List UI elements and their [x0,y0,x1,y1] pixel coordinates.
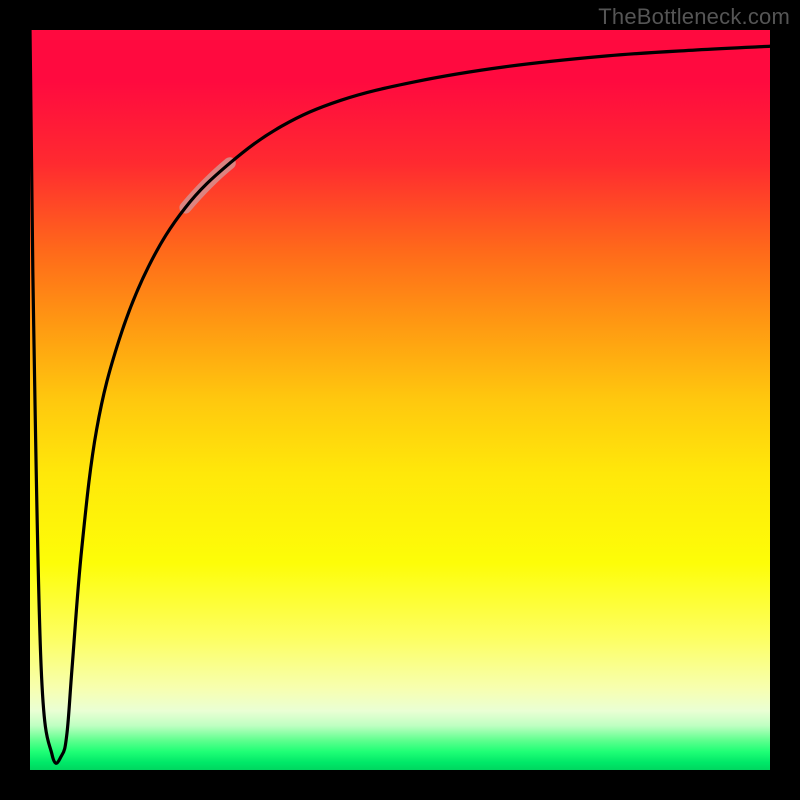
chart-curve-layer [30,30,770,770]
main-curve [30,30,770,763]
plot-area [30,30,770,770]
watermark-label: TheBottleneck.com [598,4,790,30]
chart-frame: TheBottleneck.com [0,0,800,800]
